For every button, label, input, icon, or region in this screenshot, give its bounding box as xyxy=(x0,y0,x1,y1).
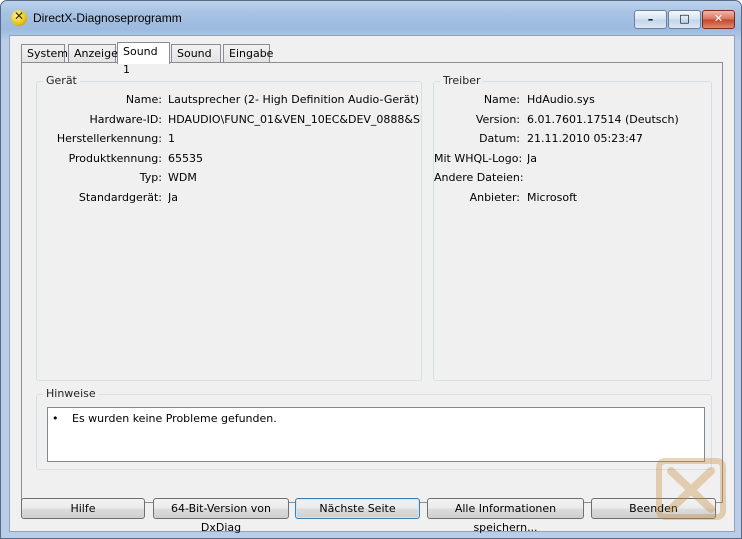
device-product-id-value: 65535 xyxy=(168,152,203,165)
device-row-default: Standardgerät: Ja xyxy=(37,191,423,205)
driver-version-value: 6.01.7601.17514 (Deutsch) xyxy=(527,113,679,126)
device-hardware-id-label: Hardware-ID: xyxy=(89,113,163,126)
sound-1-panel: Gerät Name: Lautsprecher (2- High Defini… xyxy=(21,62,723,503)
device-group: Gerät Name: Lautsprecher (2- High Defini… xyxy=(36,74,423,381)
driver-row-other-files: Andere Dateien: xyxy=(434,171,713,185)
window-title: DirectX-Diagnoseprogramm xyxy=(33,11,182,25)
minimize-icon: – xyxy=(647,13,654,26)
directx-app-icon: ✕ xyxy=(11,9,27,26)
device-product-id-label: Produktkennung: xyxy=(68,152,162,165)
driver-row-provider: Anbieter: Microsoft xyxy=(434,191,713,205)
driver-name-value: HdAudio.sys xyxy=(527,93,595,106)
driver-date-label: Datum: xyxy=(479,132,520,145)
tab-eingabe[interactable]: Eingabe xyxy=(223,44,273,62)
driver-version-label: Version: xyxy=(475,113,520,126)
driver-name-label: Name: xyxy=(483,93,520,106)
close-button[interactable]: ✕ xyxy=(702,10,735,29)
driver-row-date: Datum: 21.11.2010 05:23:47 xyxy=(434,132,713,146)
device-name-label: Name: xyxy=(125,93,162,106)
device-row-vendor-id: Herstellerkennung: 1 xyxy=(37,132,423,146)
device-vendor-id-label: Herstellerkennung: xyxy=(56,132,162,145)
client-area: System Anzeige Sound 1 Sound 2 Eingabe G… xyxy=(9,35,735,534)
minimize-button[interactable]: – xyxy=(634,10,667,29)
driver-provider-value: Microsoft xyxy=(527,191,578,204)
device-hardware-id-value: HDAUDIO\FUNC_01&VEN_10EC&DEV_0888&SUBS' xyxy=(168,113,421,126)
device-default-value: Ja xyxy=(168,191,178,204)
tab-anzeige[interactable]: Anzeige xyxy=(68,44,118,62)
tab-sound-1[interactable]: Sound 1 xyxy=(117,42,170,76)
driver-row-version: Version: 6.01.7601.17514 (Deutsch) xyxy=(434,113,713,127)
device-row-name: Name: Lautsprecher (2- High Definition A… xyxy=(37,93,423,107)
notes-group: Hinweise • Es wurden keine Probleme gefu… xyxy=(36,387,712,470)
device-row-type: Typ: WDM xyxy=(37,171,423,185)
driver-whql-value: Ja xyxy=(527,152,537,165)
maximize-button[interactable]: □ xyxy=(668,10,701,29)
device-vendor-id-value: 1 xyxy=(168,132,175,145)
next-page-button[interactable]: Nächste Seite xyxy=(295,498,420,519)
64bit-dxdiag-button[interactable]: 64-Bit-Version von DxDiag xyxy=(153,498,289,534)
bullet-icon: • xyxy=(52,412,59,425)
device-row-hardware-id: Hardware-ID: HDAUDIO\FUNC_01&VEN_10EC&DE… xyxy=(37,113,423,127)
device-type-label: Typ: xyxy=(139,171,162,184)
notes-group-legend: Hinweise xyxy=(43,387,99,400)
x-fish-watermark-logo xyxy=(656,458,726,520)
driver-date-value: 21.11.2010 05:23:47 xyxy=(527,132,643,145)
device-type-value: WDM xyxy=(168,171,197,184)
driver-other-files-label: Andere Dateien: xyxy=(434,171,524,184)
driver-group: Treiber Name: HdAudio.sys Version: 6.01.… xyxy=(433,74,713,381)
tab-sound-2[interactable]: Sound 2 xyxy=(171,44,221,78)
device-row-product-id: Produktkennung: 65535 xyxy=(37,152,423,166)
save-all-info-button[interactable]: Alle Informationen speichern... xyxy=(427,498,584,534)
notes-textbox[interactable]: • Es wurden keine Probleme gefunden. xyxy=(47,407,705,462)
dxdiag-window: ✕ DirectX-Diagnoseprogramm – □ ✕ System … xyxy=(0,0,742,539)
device-default-label: Standardgerät: xyxy=(78,191,162,204)
maximize-icon: □ xyxy=(679,12,690,25)
device-name-value: Lautsprecher (2- High Definition Audio-G… xyxy=(168,93,420,106)
driver-row-whql: Mit WHQL-Logo: Ja xyxy=(434,152,713,166)
device-group-legend: Gerät xyxy=(43,74,80,87)
driver-whql-label: Mit WHQL-Logo: xyxy=(434,152,523,165)
driver-group-legend: Treiber xyxy=(440,74,484,87)
tab-system[interactable]: System xyxy=(21,44,68,62)
driver-provider-label: Anbieter: xyxy=(469,191,520,204)
close-icon: ✕ xyxy=(713,12,724,25)
help-button[interactable]: Hilfe xyxy=(21,498,145,519)
note-item: Es wurden keine Probleme gefunden. xyxy=(72,412,277,425)
title-bar[interactable]: ✕ DirectX-Diagnoseprogramm – □ ✕ xyxy=(1,1,741,35)
driver-row-name: Name: HdAudio.sys xyxy=(434,93,713,107)
